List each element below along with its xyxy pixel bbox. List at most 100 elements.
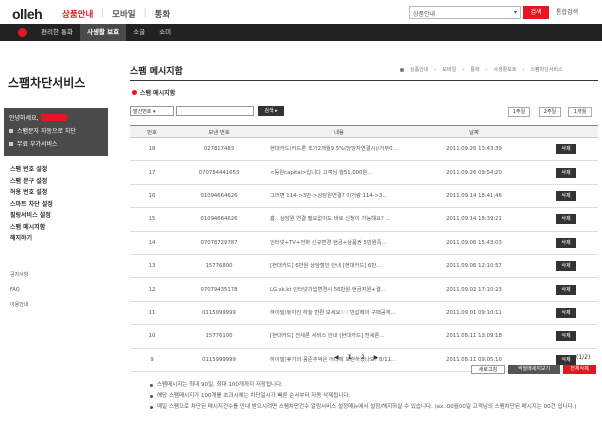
box-item-free-service[interactable]: 무료 부가서비스 [9, 139, 103, 148]
notice-item: 스팸메시지는 최대 90일, 최대 100개까지 저장됩니다. [150, 380, 590, 391]
section-title: 스팸 메시지함 [132, 88, 175, 97]
gnb-item-showme[interactable]: 쇼미 [152, 24, 178, 41]
cell-from: 15776100 [174, 324, 264, 349]
delete-all-button[interactable]: 전체삭제 [563, 365, 596, 374]
table-row: 12 07079435178 LG.sk.kt 인터넷가입변경시 56만원 현금지원… [130, 277, 598, 302]
delete-row-button[interactable]: 삭제 [556, 354, 576, 365]
table-row: 10 15776100 [현대카드] 전세론 서비스 안내 [현대카드] 전세론..… [130, 324, 598, 349]
user-name-mask [40, 114, 67, 121]
range-1week-button[interactable]: 1주일 [508, 107, 530, 117]
table-row: 16 01094664626 그러면 114->3번->상담원연결? 이거랑 114… [130, 184, 598, 209]
sidebar-item-spam-text[interactable]: 스팸 문구 설정 [10, 176, 53, 188]
filter-input[interactable] [176, 106, 254, 116]
cell-content[interactable]: 인터넷+TV+전화 신규변경 현금+상품권 5만원즉... [264, 231, 414, 255]
search-button[interactable]: 검색 [523, 6, 549, 19]
filter-search-button[interactable]: 검색 ▸ [258, 106, 284, 116]
olleh-logo[interactable]: olleh [12, 6, 43, 22]
delete-row-button[interactable]: 삭제 [556, 190, 576, 201]
sidebar-submenu: 공지사항 FAQ 이용안내 [10, 268, 28, 313]
cell-content[interactable]: 흠.. 상담원 연결 필요없이도 바로 신청이 가능해요? ... [264, 207, 414, 232]
col-no: 번호 [130, 125, 174, 138]
gnb-item-convenient-call[interactable]: 편리한 통화 [34, 24, 80, 41]
cell-date: 2011.09.26 13:43:39 [414, 137, 534, 162]
delete-row-button[interactable]: 삭제 [556, 167, 576, 178]
cell-no: 18 [130, 137, 174, 162]
cell-date: 2011.09.02 17:10:23 [414, 277, 534, 302]
cell-date: 2011.09.14 18:39:21 [414, 207, 534, 232]
search-category-select[interactable]: 상품안내 ▾ [409, 6, 521, 19]
nav-call[interactable]: 통화 [155, 8, 171, 20]
page-1[interactable]: 1 [348, 354, 352, 361]
delete-row-button[interactable]: 삭제 [556, 214, 576, 225]
search-all-link[interactable]: 통합검색 [556, 6, 578, 19]
delete-row-button[interactable]: 삭제 [556, 144, 576, 155]
nav-products[interactable]: 상품안내 [62, 8, 93, 20]
sidebar-item-guide[interactable]: 이용안내 [10, 298, 28, 313]
cell-content[interactable]: LG.sk.kt 인터넷가입변경시 56만원 현금지원+결... [264, 277, 414, 302]
breadcrumb: 상품안내 › 모바일 › 통화 › 사생활보호 › 스팸차단서비스 [400, 66, 563, 73]
pagination: ◀ 1 2 ▶ [334, 354, 378, 361]
notice-item: 해당 스팸메시지가 100개를 초과시에는 차단일시가 빠른 순서부터 자동 삭… [150, 391, 590, 402]
cell-date: 2011.09.01 09:10:11 [414, 301, 534, 326]
cell-content[interactable]: 하이밀)놓아진 하늘 반편 보세요♡♡반값메이 구매공개... [264, 301, 414, 326]
delete-row-button[interactable]: 삭제 [556, 284, 576, 295]
cell-no: 12 [130, 277, 174, 302]
cell-date: 2011.08.11 13:09:18 [414, 324, 534, 349]
sidebar-item-spam-inbox[interactable]: 스팸 메시지함 [10, 222, 53, 234]
cell-date: 2011.09.06 15:43:03 [414, 231, 534, 255]
red-dot-icon [132, 90, 137, 95]
delete-row-button[interactable]: 삭제 [556, 261, 576, 272]
nav-mobile[interactable]: 모바일 [112, 8, 135, 20]
cell-content[interactable]: [현대카드] 전세론 서비스 안내 [현대카드] 전세론... [264, 324, 414, 349]
view-messages-button[interactable]: 씩씰메세지보기 [508, 365, 560, 374]
delete-row-button[interactable]: 삭제 [556, 237, 576, 248]
notice-item: 매일 스팸으로 차단된 메시지건수를 안내 받으시려면 스팸차단건수 알림서비스… [150, 402, 590, 413]
table-row: 18 027817483 현대카드)카드론 조기2개월9.5%(당당자연결시)/거부… [130, 137, 598, 162]
sidebar-item-allow-number[interactable]: 허용 번호 설정 [10, 187, 53, 199]
cell-content[interactable]: 그러면 114->3번->상담원연결? 이거랑 114->3... [264, 184, 414, 209]
box-item-auto-block[interactable]: 스팸문자 자동으로 차단 [9, 126, 103, 135]
cell-from: 0115999999 [174, 348, 264, 372]
cell-no: 13 [130, 254, 174, 279]
sidebar-item-filling[interactable]: 필링서비스 설정 [10, 210, 53, 222]
filter-select[interactable]: 발신번호 ▾ [130, 106, 174, 116]
cell-content[interactable]: 현대카드)카드론 조기2개월9.5%(당당자연결시)/거부0... [264, 137, 414, 162]
sidebar-item-faq[interactable]: FAQ [10, 283, 28, 298]
page-title: 스팸 메시지함 [130, 67, 183, 77]
refresh-button[interactable]: 새로고침 [471, 365, 505, 374]
cell-from: 01094664626 [174, 184, 264, 209]
cell-from: 07079435178 [174, 277, 264, 302]
chevron-down-icon: ▾ [513, 9, 517, 16]
cell-no: 15 [130, 207, 174, 232]
sidebar-item-spam-number[interactable]: 스팸 번호 설정 [10, 164, 53, 176]
cell-no: 16 [130, 184, 174, 209]
delete-row-button[interactable]: 삭제 [556, 307, 576, 318]
col-content: 내용 [264, 125, 414, 138]
gnb-item-sogul[interactable]: 소굴 [126, 24, 152, 41]
bullet-icon [9, 141, 13, 146]
cell-content[interactable]: [현대카드] 6만원 상당할인 안내 [현대카드] 6만... [264, 254, 414, 279]
range-2week-button[interactable]: 2주일 [539, 107, 561, 117]
table-row: 17 070784441653 <동원capital>입니다 고객님 월51,000… [130, 160, 598, 185]
olleh-circle-icon [18, 28, 27, 37]
cell-no: 17 [130, 160, 174, 185]
col-from: 보낸 번호 [174, 125, 264, 138]
sidebar-item-notice[interactable]: 공지사항 [10, 268, 28, 283]
sidebar-title: 스팸차단서비스 [8, 76, 86, 90]
table-row: 15 01094664626 흠.. 상담원 연결 필요없이도 바로 신청이 가능해… [130, 207, 598, 232]
sidebar-item-cancel[interactable]: 해지하기 [10, 233, 53, 245]
cell-date: 2011.09.06 12:10:57 [414, 254, 534, 279]
cell-from: 01094664626 [174, 207, 264, 232]
sidebar-item-smart-block[interactable]: 스마트 차단 설정 [10, 199, 53, 211]
cell-date: 2011.09.26 09:54:20 [414, 160, 534, 185]
delete-row-button[interactable]: 삭제 [556, 331, 576, 342]
prev-page-icon[interactable]: ◀ [334, 354, 339, 361]
gnb-item-privacy[interactable]: 사생활 보호 [79, 24, 127, 41]
cell-content[interactable]: <동원capital>입니다 고객님 월51,000원... [264, 160, 414, 185]
page-2[interactable]: 2 [361, 354, 365, 361]
cell-from: 0115999999 [174, 301, 264, 326]
cell-no: 14 [130, 231, 174, 255]
range-1month-button[interactable]: 1개월 [568, 107, 592, 117]
global-nav-bar: 편리한 통화 사생활 보호 소굴 쇼미 [0, 24, 602, 41]
next-page-icon[interactable]: ▶ [374, 354, 379, 361]
